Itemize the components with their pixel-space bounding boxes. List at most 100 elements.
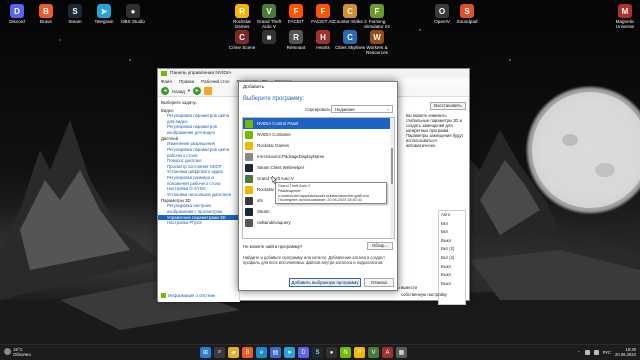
- desktop-shortcut[interactable]: ● OBS Studio: [116, 4, 150, 24]
- volume-icon[interactable]: [593, 349, 599, 355]
- program-row[interactable]: ms-resource:PackageDisplayName: [243, 151, 394, 162]
- taskbar-apps: ⊞ ⌕ ▰ Be ▤ ➤ D S ● N R V A ▦: [200, 347, 407, 358]
- program-name: afs: [257, 198, 263, 203]
- desktop-shortcut[interactable]: M Magnetic Universe: [608, 4, 640, 29]
- setting-value[interactable]: Вкл: [439, 228, 465, 237]
- browse-button[interactable]: Обзор...: [367, 242, 393, 250]
- program-name: NVIDIA Container: [257, 132, 291, 137]
- steam-icon[interactable]: S: [312, 347, 323, 358]
- program-row[interactable]: Steam: [243, 206, 394, 217]
- home-icon[interactable]: [204, 87, 213, 95]
- setting-value[interactable]: Вкл (2): [439, 245, 465, 254]
- restore-button[interactable]: Восстановить: [430, 102, 466, 110]
- telegram-icon[interactable]: ➤: [284, 347, 295, 358]
- chevron-up-icon[interactable]: ⌃: [577, 350, 581, 355]
- store-icon[interactable]: ▤: [270, 347, 281, 358]
- sort-select[interactable]: Недавние ⌄: [331, 105, 393, 113]
- app-icon[interactable]: A: [382, 347, 393, 358]
- start-icon[interactable]: ⊞: [200, 347, 211, 358]
- system-tray: ⌃ РУС 18:30 20.06.2024: [577, 347, 636, 357]
- nvidia-task-tree: Выберите задачу... Видео Регулировка пара…: [158, 98, 240, 302]
- app-icon: S: [68, 4, 82, 18]
- nvidia-window-title: Панель управления NVIDIA: [158, 69, 469, 78]
- task-link[interactable]: Установка нескольких дисплеев: [158, 192, 239, 198]
- program-icon: [245, 119, 253, 128]
- nvidia-window-title-text: Панель управления NVIDIA: [170, 71, 232, 76]
- brave-icon[interactable]: B: [242, 347, 253, 358]
- setting-value[interactable]: Вкл: [439, 220, 465, 229]
- program-row[interactable]: Rockstar Games: [243, 140, 394, 151]
- add-selected-program-button[interactable]: Добавить выбранную программу: [289, 278, 361, 287]
- app2-icon[interactable]: ▦: [396, 347, 407, 358]
- setting-value[interactable]: Авто: [439, 211, 465, 220]
- program-icon: [245, 152, 253, 161]
- files-icon[interactable]: ▰: [228, 347, 239, 358]
- program-list-scrollbar[interactable]: [390, 118, 394, 238]
- task-link[interactable]: Регулировка параметров изображения для в…: [158, 124, 239, 135]
- desktop-shortcut-label: Soundpad: [456, 19, 478, 24]
- chevron-down-icon[interactable]: ▾: [188, 88, 190, 94]
- rockstar-icon[interactable]: R: [354, 347, 365, 358]
- obs-icon[interactable]: ●: [326, 347, 337, 358]
- setting-value[interactable]: Выкл: [439, 271, 465, 280]
- setting-value[interactable]: Выкл: [439, 237, 465, 246]
- setting-value[interactable]: Выкл: [439, 280, 465, 289]
- forward-icon[interactable]: ▸: [193, 87, 202, 95]
- setting-value[interactable]: Вкл (2): [439, 254, 465, 263]
- back-button-label[interactable]: Назад: [172, 89, 185, 94]
- clock-date: 20.06.2024: [615, 352, 636, 358]
- cancel-button[interactable]: Отмена: [364, 278, 394, 287]
- settings-values-list[interactable]: Авто Вкл Вкл Выкл Вкл (2) Вкл (2) Выкл Выкл Выкл: [438, 210, 466, 305]
- back-icon[interactable]: ◂: [161, 87, 169, 95]
- task-link[interactable]: Регулировка параметров цвета рабочего ст…: [158, 147, 239, 158]
- taskbar: 15°C Облачно ⊞ ⌕ ▰ Be ▤ ➤ D S ● N R V A ▦ ⌃ РУС 18:30…: [0, 344, 640, 360]
- task-link[interactable]: Регулировка настроек изображения с просм…: [158, 203, 239, 214]
- program-name: Steam: [257, 209, 270, 214]
- desktop-shortcut-label: OBS Studio: [120, 19, 145, 24]
- network-icon[interactable]: [584, 349, 590, 355]
- select-task-heading: Выберите задачу...: [161, 100, 199, 105]
- app-icon: H: [316, 30, 330, 44]
- program-name: Rockstar Games: [257, 143, 289, 148]
- app-icon: ■: [262, 30, 276, 44]
- app-icon: C: [343, 4, 357, 18]
- task-link[interactable]: Регулировка параметров цвета для видео: [158, 113, 239, 124]
- gta-icon[interactable]: V: [368, 347, 379, 358]
- sort-value: Недавние: [335, 107, 355, 112]
- system-info-label[interactable]: Информация о системе: [168, 293, 215, 298]
- program-row[interactable]: railsandinvaquery: [243, 217, 394, 228]
- task-link[interactable]: Настройка PhysX: [158, 220, 239, 226]
- desktop-shortcut[interactable]: W Workers & Resources: [360, 30, 394, 55]
- system-info-link[interactable]: Информация о системе: [161, 293, 215, 298]
- scrollbar-thumb[interactable]: [391, 148, 393, 184]
- menu-item[interactable]: Правка: [179, 79, 194, 86]
- program-icon: [245, 163, 253, 172]
- info-icon: [161, 293, 166, 298]
- desktop-shortcut[interactable]: S Soundpad: [450, 4, 484, 24]
- edge-icon[interactable]: e: [256, 347, 267, 358]
- app-icon: W: [370, 30, 384, 44]
- menu-item[interactable]: Файл: [161, 79, 172, 86]
- program-row[interactable]: NVIDIA Control Panel: [243, 118, 394, 129]
- nvidia-app-icon: [161, 71, 167, 76]
- program-list[interactable]: NVIDIA Control Panel NVIDIA Container Rock…: [242, 117, 395, 239]
- desktop-shortcut[interactable]: F Farming Simulator 22: [360, 4, 394, 29]
- program-icon: [245, 185, 253, 194]
- weather-widget[interactable]: 15°C Облачно: [3, 347, 43, 357]
- language-indicator[interactable]: РУС: [603, 350, 611, 355]
- nvidia-icon[interactable]: N: [340, 347, 351, 358]
- menu-item[interactable]: Рабочий стол: [201, 79, 229, 86]
- program-row[interactable]: NVIDIA Container: [243, 129, 394, 140]
- program-tooltip: Grand Theft Auto V Размещение: c:\users\…: [275, 182, 387, 204]
- tooltip-path: Размещение: c:\users\user\appdata\local\…: [278, 188, 370, 198]
- discord-icon[interactable]: D: [298, 347, 309, 358]
- program-icon: [245, 196, 253, 205]
- clock[interactable]: 18:30 20.06.2024: [615, 347, 636, 357]
- weather-condition: Облачно: [13, 352, 31, 358]
- chevron-down-icon: ⌄: [386, 106, 390, 111]
- search-icon[interactable]: ⌕: [214, 347, 225, 358]
- task-link[interactable]: Регулировка размера и положения рабочего…: [158, 175, 239, 186]
- setting-value[interactable]: Выкл: [439, 263, 465, 272]
- program-row[interactable]: Steam Client WebHelper: [243, 162, 394, 173]
- desktop-shortcut-label: Magnetic Universe: [615, 19, 635, 29]
